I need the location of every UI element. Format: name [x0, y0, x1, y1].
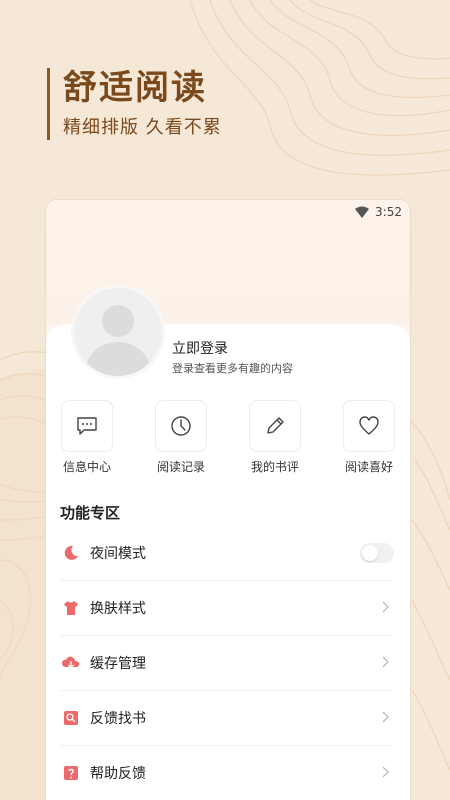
pencil-icon	[267, 417, 284, 434]
chevron-right-icon	[382, 656, 389, 668]
tshirt-icon	[64, 601, 78, 615]
menu-item-label: 换肤样式	[90, 601, 146, 617]
menu-item-night-mode[interactable]: 夜间模式	[60, 526, 394, 581]
phone-screen: 3:52 立即登录 登录查看更多有趣的内容 信息中心 阅读记录 我的书评 阅读喜…	[46, 200, 410, 800]
login-button[interactable]: 立即登录	[172, 338, 228, 358]
quick-action-label: 阅读喜好	[344, 460, 393, 474]
function-menu: 夜间模式 换肤样式 缓存管理 反馈找书 帮助反馈	[60, 526, 394, 800]
book-icon	[64, 711, 78, 725]
status-bar: 3:52	[355, 200, 402, 224]
help-icon	[64, 766, 78, 780]
promo-title: 舒适阅读	[63, 68, 207, 108]
moon-icon	[64, 545, 78, 560]
quick-action-label: 阅读记录	[156, 460, 205, 474]
message-icon	[77, 417, 97, 435]
default-avatar-icon[interactable]	[74, 288, 162, 376]
quick-actions: 信息中心 阅读记录 我的书评 阅读喜好	[46, 400, 410, 480]
chevron-right-icon	[382, 601, 389, 613]
chevron-right-icon	[382, 711, 389, 723]
login-subtitle: 登录查看更多有趣的内容	[172, 362, 293, 375]
quick-action-label: 我的书评	[250, 460, 299, 474]
menu-item-skin[interactable]: 换肤样式	[60, 581, 394, 636]
quick-action-messages[interactable]: 信息中心	[52, 400, 122, 475]
quick-action-label: 信息中心	[62, 460, 111, 474]
menu-item-cache[interactable]: 缓存管理	[60, 636, 394, 691]
night-mode-toggle[interactable]	[360, 543, 394, 563]
cloud-download-icon	[62, 656, 80, 669]
heart-icon	[359, 416, 379, 435]
promo-banner: 舒适阅读 精细排版 久看不累	[47, 68, 222, 140]
quick-action-reviews[interactable]: 我的书评	[240, 400, 310, 475]
quick-action-preferences[interactable]: 阅读喜好	[334, 400, 404, 475]
section-title: 功能专区	[60, 504, 121, 522]
promo-subtitle: 精细排版 久看不累	[63, 117, 222, 138]
status-time: 3:52	[375, 205, 402, 219]
quick-action-history[interactable]: 阅读记录	[146, 400, 216, 475]
menu-item-label: 帮助反馈	[90, 766, 146, 782]
menu-item-help[interactable]: 帮助反馈	[60, 746, 394, 800]
menu-item-label: 反馈找书	[90, 711, 146, 727]
menu-item-label: 缓存管理	[90, 656, 146, 672]
menu-item-feedback-book[interactable]: 反馈找书	[60, 691, 394, 746]
menu-item-label: 夜间模式	[90, 546, 146, 562]
clock-icon	[171, 416, 191, 436]
wifi-icon	[355, 206, 370, 218]
chevron-right-icon	[382, 766, 389, 778]
